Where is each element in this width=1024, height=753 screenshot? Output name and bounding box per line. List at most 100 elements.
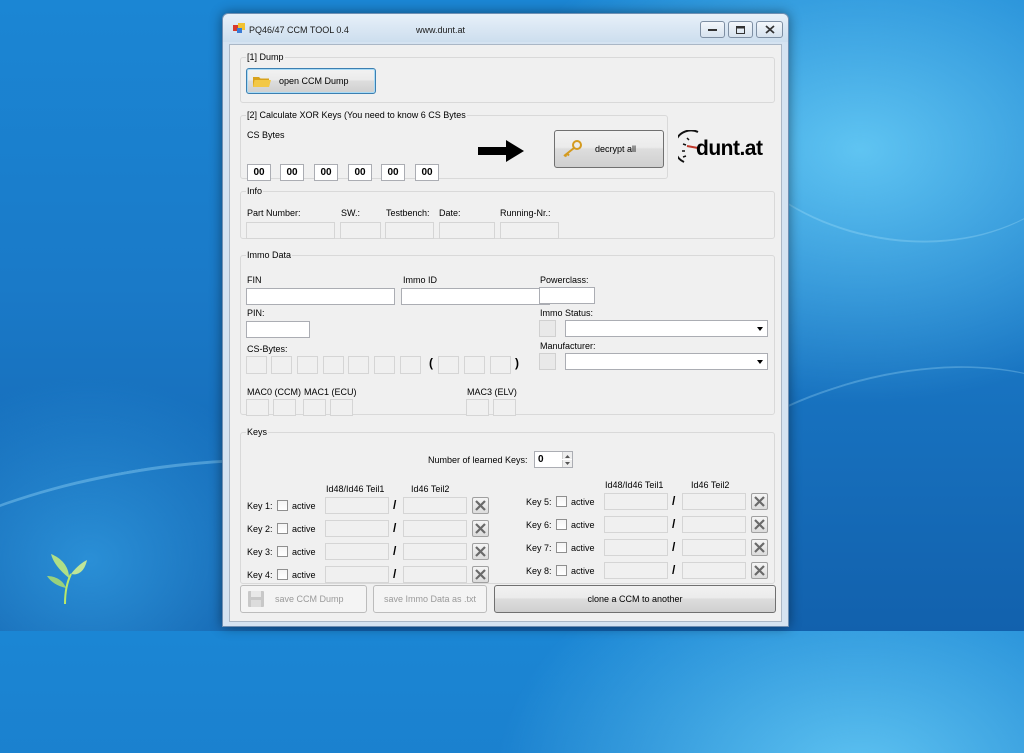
key-2-active-checkbox[interactable] xyxy=(277,523,288,534)
minimize-button[interactable] xyxy=(700,21,725,38)
close-parenthesis: ) xyxy=(515,356,519,370)
cs-byte-input-3[interactable]: 00 xyxy=(314,164,338,181)
fin-field[interactable] xyxy=(246,288,395,305)
save-ccm-dump-button[interactable]: save CCM Dump xyxy=(240,585,367,613)
cs-byte-input-2[interactable]: 00 xyxy=(280,164,304,181)
key-3-clear-button[interactable] xyxy=(472,543,489,560)
key-7-clear-button[interactable] xyxy=(751,539,768,556)
key-4-clear-button[interactable] xyxy=(472,566,489,583)
stepper-up-button[interactable] xyxy=(562,452,572,459)
left-col1-header: Id48/Id46 Teil1 xyxy=(326,484,385,494)
key-6-clear-button[interactable] xyxy=(751,516,768,533)
maximize-button[interactable] xyxy=(728,21,753,38)
key-3-active-checkbox[interactable] xyxy=(277,546,288,557)
key-2-clear-button[interactable] xyxy=(472,520,489,537)
cs-byte-input-6[interactable]: 00 xyxy=(415,164,439,181)
powerclass-label: Powerclass: xyxy=(540,275,589,285)
open-ccm-dump-label: open CCM Dump xyxy=(279,76,349,86)
close-button[interactable] xyxy=(756,21,783,38)
immo-status-select[interactable] xyxy=(565,320,768,337)
key-6-active-checkbox[interactable] xyxy=(556,519,567,530)
key-8-teil1-field[interactable] xyxy=(604,562,668,579)
immo-cs-byte-3[interactable] xyxy=(297,356,318,374)
key-1-label: Key 1: xyxy=(247,501,273,511)
key-2-teil1-field[interactable] xyxy=(325,520,389,537)
cs-byte-input-1[interactable]: 00 xyxy=(247,164,271,181)
running-nr-field[interactable] xyxy=(500,222,559,239)
key-1-active-checkbox[interactable] xyxy=(277,500,288,511)
key-3-teil2-field[interactable] xyxy=(403,543,467,560)
part-number-field[interactable] xyxy=(246,222,335,239)
key-5-active-checkbox[interactable] xyxy=(556,496,567,507)
mac1-field-1[interactable] xyxy=(303,399,326,416)
key-2-label: Key 2: xyxy=(247,524,273,534)
immo-cs-byte-7[interactable] xyxy=(400,356,421,374)
immo-cs-byte-10[interactable] xyxy=(490,356,511,374)
save-immo-data-button[interactable]: save Immo Data as .txt xyxy=(373,585,487,613)
key-8-clear-button[interactable] xyxy=(751,562,768,579)
immo-cs-byte-2[interactable] xyxy=(271,356,292,374)
key-5-teil2-field[interactable] xyxy=(682,493,746,510)
key-1-clear-button[interactable] xyxy=(472,497,489,514)
immo-cs-byte-6[interactable] xyxy=(374,356,395,374)
testbench-field[interactable] xyxy=(385,222,434,239)
arrow-right-icon xyxy=(478,140,524,162)
open-ccm-dump-button[interactable]: open CCM Dump xyxy=(246,68,376,94)
date-field[interactable] xyxy=(439,222,495,239)
key-5-teil1-field[interactable] xyxy=(604,493,668,510)
key-2-active-label: active xyxy=(292,524,316,534)
sw-field[interactable] xyxy=(340,222,381,239)
save-ccm-dump-label: save CCM Dump xyxy=(275,594,344,604)
immo-cs-byte-1[interactable] xyxy=(246,356,267,374)
key-4-teil2-field[interactable] xyxy=(403,566,467,583)
key-8-label: Key 8: xyxy=(526,566,552,576)
key-4-separator: / xyxy=(393,567,397,581)
cs-byte-input-4[interactable]: 00 xyxy=(348,164,372,181)
mac3-field-2[interactable] xyxy=(493,399,516,416)
cs-byte-input-5[interactable]: 00 xyxy=(381,164,405,181)
key-5-clear-button[interactable] xyxy=(751,493,768,510)
manufacturer-select[interactable] xyxy=(565,353,768,370)
immo-cs-byte-4[interactable] xyxy=(323,356,344,374)
key-3-active-label: active xyxy=(292,547,316,557)
manufacturer-label: Manufacturer: xyxy=(540,341,596,351)
mac0-field-2[interactable] xyxy=(273,399,296,416)
key-3-teil1-field[interactable] xyxy=(325,543,389,560)
key-8-active-checkbox[interactable] xyxy=(556,565,567,576)
pin-field[interactable] xyxy=(246,321,310,338)
immo-cs-byte-9[interactable] xyxy=(464,356,485,374)
key-1-teil1-field[interactable] xyxy=(325,497,389,514)
clone-ccm-button[interactable]: clone a CCM to another xyxy=(494,585,776,613)
mac1-field-2[interactable] xyxy=(330,399,353,416)
app-icon xyxy=(233,23,245,33)
key-4-teil1-field[interactable] xyxy=(325,566,389,583)
maximize-icon xyxy=(736,25,745,34)
left-col2-header: Id46 Teil2 xyxy=(411,484,450,494)
minimize-icon xyxy=(708,28,717,31)
immo-id-field[interactable] xyxy=(401,288,550,305)
key-2-teil2-field[interactable] xyxy=(403,520,467,537)
mac0-field-1[interactable] xyxy=(246,399,269,416)
stepper-down-button[interactable] xyxy=(562,460,572,467)
powerclass-field[interactable] xyxy=(539,287,595,304)
key-7-teil1-field[interactable] xyxy=(604,539,668,556)
key-6-teil2-field[interactable] xyxy=(682,516,746,533)
immo-cs-byte-8[interactable] xyxy=(438,356,459,374)
key-8-teil2-field[interactable] xyxy=(682,562,746,579)
key-4-active-checkbox[interactable] xyxy=(277,569,288,580)
clear-x-icon xyxy=(754,542,765,553)
mac3-field-1[interactable] xyxy=(466,399,489,416)
learned-keys-stepper[interactable]: 0 xyxy=(534,451,573,468)
key-3-separator: / xyxy=(393,544,397,558)
immo-cs-byte-5[interactable] xyxy=(348,356,369,374)
key-5-separator: / xyxy=(672,494,676,508)
dropdown-arrow-icon xyxy=(757,327,763,331)
key-7-teil2-field[interactable] xyxy=(682,539,746,556)
key-7-active-checkbox[interactable] xyxy=(556,542,567,553)
title-bar[interactable]: PQ46/47 CCM TOOL 0.4 www.dunt.at xyxy=(223,14,788,42)
ccm-tool-window: PQ46/47 CCM TOOL 0.4 www.dunt.at [1] Dum… xyxy=(222,13,789,627)
key-6-teil1-field[interactable] xyxy=(604,516,668,533)
key-7-separator: / xyxy=(672,540,676,554)
decrypt-all-button[interactable]: decrypt all xyxy=(554,130,664,168)
key-1-teil2-field[interactable] xyxy=(403,497,467,514)
